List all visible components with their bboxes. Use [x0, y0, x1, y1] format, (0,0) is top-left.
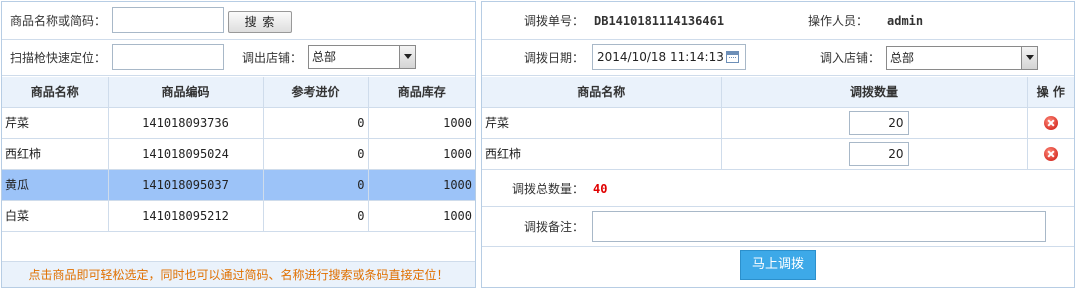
- transfer-item-name: 西红柿: [482, 138, 722, 170]
- product-picker-panel: 商品名称或简码： 搜 索 扫描枪快速定位： 调出店铺： 总部 商品名称 商品编码…: [1, 1, 476, 288]
- product-table-header: 商品名称 商品编码 参考进价 商品库存: [2, 77, 475, 108]
- delete-icon[interactable]: [1043, 146, 1058, 161]
- date-value: 2014/10/18 11:14:13: [597, 50, 724, 64]
- product-row[interactable]: 西红柿 141018095024 0 1000: [2, 138, 475, 170]
- col-header-action: 操 作: [1027, 77, 1074, 108]
- transfer-item-row: 西红柿 20: [482, 138, 1074, 170]
- col-header-code: 商品编码: [108, 77, 264, 108]
- transfer-order-panel: 调拨单号： DB1410181114136461 操作人员： admin 调拨日…: [481, 1, 1075, 288]
- transfer-qty-cell: 20: [721, 138, 1028, 170]
- remark-label: 调拨备注：: [524, 220, 585, 234]
- col-header-stock: 商品库存: [368, 77, 475, 108]
- chevron-down-icon[interactable]: [1021, 47, 1037, 69]
- remark-input[interactable]: [592, 211, 1046, 242]
- transfer-qty-input[interactable]: 20: [848, 110, 909, 135]
- transfer-table-header: 商品名称 调拨数量 操 作: [482, 77, 1074, 108]
- scan-label: 扫描枪快速定位：: [10, 51, 107, 65]
- product-code: 141018095212: [108, 200, 264, 232]
- transfer-items-table: 商品名称 调拨数量 操 作 芹菜 20 西红柿 20: [482, 77, 1074, 170]
- product-row[interactable]: 白菜 141018095212 0 1000: [2, 200, 475, 232]
- col-header-price: 参考进价: [263, 77, 369, 108]
- product-name: 白菜: [2, 200, 109, 232]
- product-code: 141018093736: [108, 107, 264, 139]
- in-store-label: 调入店铺：: [820, 51, 881, 65]
- out-store-label: 调出店铺：: [242, 51, 303, 65]
- in-store-select[interactable]: 总部: [886, 46, 1038, 70]
- order-no-label: 调拨单号：: [524, 14, 585, 28]
- scan-row: 扫描枪快速定位： 调出店铺： 总部: [2, 40, 475, 76]
- operator-value: admin: [887, 14, 924, 28]
- product-price: 0: [263, 138, 369, 170]
- product-row-selected[interactable]: 黄瓜 141018095037 0 1000: [2, 169, 475, 201]
- search-button[interactable]: 搜 索: [228, 11, 292, 33]
- transfer-action-cell: [1027, 107, 1074, 139]
- in-store-value: 总部: [890, 51, 915, 65]
- total-row: 调拨总数量： 40: [482, 171, 1074, 207]
- submit-transfer-button[interactable]: 马上调拨: [740, 250, 816, 280]
- transfer-item-name: 芹菜: [482, 107, 722, 139]
- product-code: 141018095024: [108, 138, 264, 170]
- scan-input[interactable]: [112, 44, 224, 70]
- transfer-qty-input[interactable]: 20: [848, 141, 909, 166]
- total-value: 40: [593, 182, 608, 196]
- delete-icon[interactable]: [1043, 115, 1058, 130]
- usage-hint: 点击商品即可轻松选定，同时也可以通过简码、名称进行搜索或条码直接定位！: [2, 261, 475, 287]
- product-name: 黄瓜: [2, 169, 109, 201]
- product-row[interactable]: 芹菜 141018093736 0 1000: [2, 107, 475, 139]
- product-code: 141018095037: [108, 169, 264, 201]
- product-name: 芹菜: [2, 107, 109, 139]
- product-price: 0: [263, 200, 369, 232]
- calendar-icon[interactable]: [726, 51, 739, 63]
- order-no-value: DB1410181114136461: [594, 14, 725, 28]
- product-price: 0: [263, 169, 369, 201]
- product-stock: 1000: [368, 107, 475, 139]
- search-row: 商品名称或简码： 搜 索: [2, 2, 475, 40]
- date-store-row: 调拨日期： 2014/10/18 11:14:13 调入店铺： 总部: [482, 40, 1074, 76]
- product-stock: 1000: [368, 200, 475, 232]
- date-label: 调拨日期：: [524, 51, 585, 65]
- product-table: 商品名称 商品编码 参考进价 商品库存 芹菜 141018093736 0 10…: [2, 77, 475, 232]
- transfer-action-cell: [1027, 138, 1074, 170]
- date-input[interactable]: 2014/10/18 11:14:13: [592, 44, 746, 70]
- product-stock: 1000: [368, 169, 475, 201]
- product-name: 西红柿: [2, 138, 109, 170]
- operator-label: 操作人员：: [808, 14, 869, 28]
- search-input[interactable]: [112, 7, 224, 33]
- out-store-value: 总部: [312, 50, 337, 64]
- search-label: 商品名称或简码：: [10, 14, 107, 28]
- transfer-item-row: 芹菜 20: [482, 107, 1074, 139]
- remark-row: 调拨备注：: [482, 207, 1074, 247]
- product-price: 0: [263, 107, 369, 139]
- col-header-name: 商品名称: [2, 77, 109, 108]
- product-stock: 1000: [368, 138, 475, 170]
- col-header-qty: 调拨数量: [721, 77, 1028, 108]
- col-header-item-name: 商品名称: [482, 77, 722, 108]
- order-info-row: 调拨单号： DB1410181114136461 操作人员： admin: [482, 2, 1074, 40]
- total-label: 调拨总数量：: [512, 182, 585, 196]
- chevron-down-icon[interactable]: [399, 46, 415, 68]
- transfer-qty-cell: 20: [721, 107, 1028, 139]
- out-store-select[interactable]: 总部: [308, 45, 416, 69]
